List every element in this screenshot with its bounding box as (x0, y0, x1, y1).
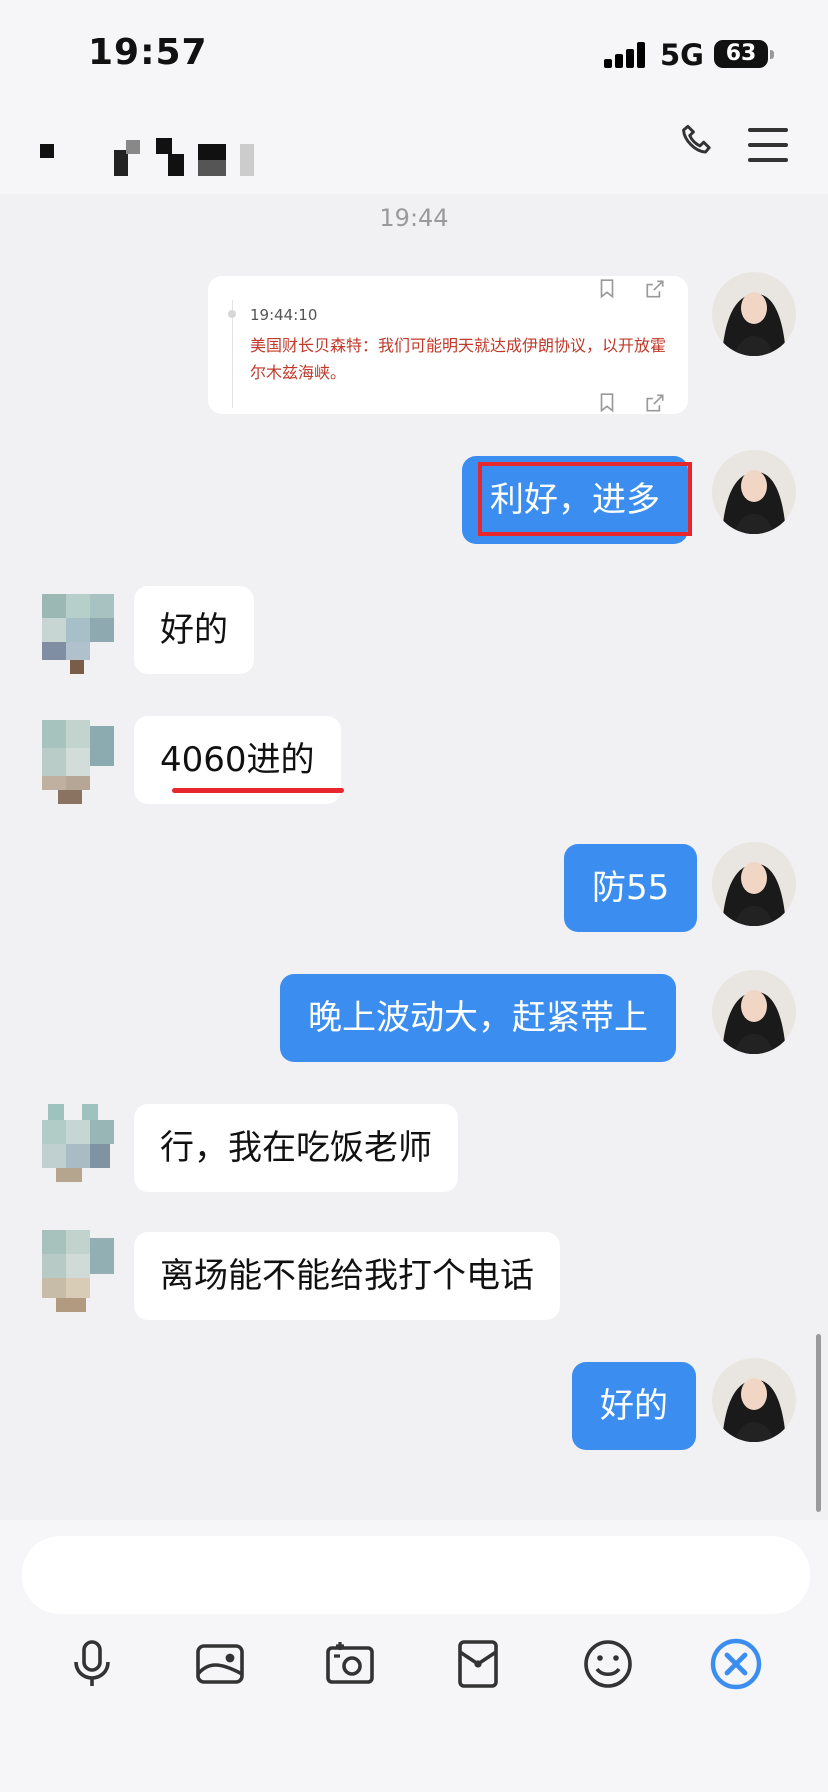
highlight-underline (172, 788, 344, 793)
card-timeline-dot (228, 310, 236, 318)
contact-avatar[interactable] (42, 594, 114, 678)
my-avatar[interactable] (712, 842, 796, 926)
phone-icon[interactable] (676, 120, 720, 164)
close-icon[interactable] (708, 1636, 764, 1692)
news-time: 19:44:10 (250, 306, 318, 324)
message-bubble-other[interactable]: 行，我在吃饭老师 (134, 1104, 458, 1192)
camera-icon[interactable] (322, 1636, 378, 1692)
my-avatar[interactable] (712, 970, 796, 1054)
message-bubble-me[interactable]: 防55 (564, 844, 698, 932)
microphone-icon[interactable] (64, 1636, 120, 1692)
contact-avatar[interactable] (42, 1230, 114, 1314)
bookmark-icon[interactable] (596, 392, 618, 414)
status-time: 19:57 (88, 32, 208, 73)
my-avatar[interactable] (712, 450, 796, 534)
scrollbar[interactable] (816, 1334, 821, 1512)
contact-avatar[interactable] (42, 1104, 114, 1188)
contact-avatar[interactable] (42, 720, 114, 804)
highlight-box (478, 462, 692, 536)
message-bubble-me[interactable]: 晚上波动大，赶紧带上 (280, 974, 676, 1062)
image-icon[interactable] (192, 1636, 248, 1692)
bookmark-icon[interactable] (596, 278, 618, 300)
share-icon[interactable] (644, 278, 666, 300)
network-type: 5G (660, 38, 704, 72)
battery-icon: 63 (714, 40, 774, 68)
message-input[interactable] (22, 1536, 810, 1614)
red-packet-icon[interactable] (450, 1636, 506, 1692)
emoji-icon[interactable] (580, 1636, 636, 1692)
share-icon[interactable] (644, 392, 666, 414)
my-avatar[interactable] (712, 272, 796, 356)
message-bubble-other[interactable]: 离场能不能给我打个电话 (134, 1232, 560, 1320)
message-bubble-me[interactable]: 好的 (572, 1362, 696, 1450)
news-text: 美国财长贝森特：我们可能明天就达成伊朗协议，以开放霍尔木兹海峡。 (250, 336, 667, 382)
chat-timestamp: 19:44 (379, 204, 449, 232)
menu-icon[interactable] (748, 128, 788, 162)
status-bar: 19:57 5G 63 (0, 0, 828, 110)
my-avatar[interactable] (712, 1358, 796, 1442)
news-card[interactable]: 19:44:10 美国财长贝森特：我们可能明天就达成伊朗协议，以开放霍尔木兹海峡… (208, 276, 688, 414)
signal-icon (604, 42, 648, 68)
message-bubble-other[interactable]: 好的 (134, 586, 254, 674)
